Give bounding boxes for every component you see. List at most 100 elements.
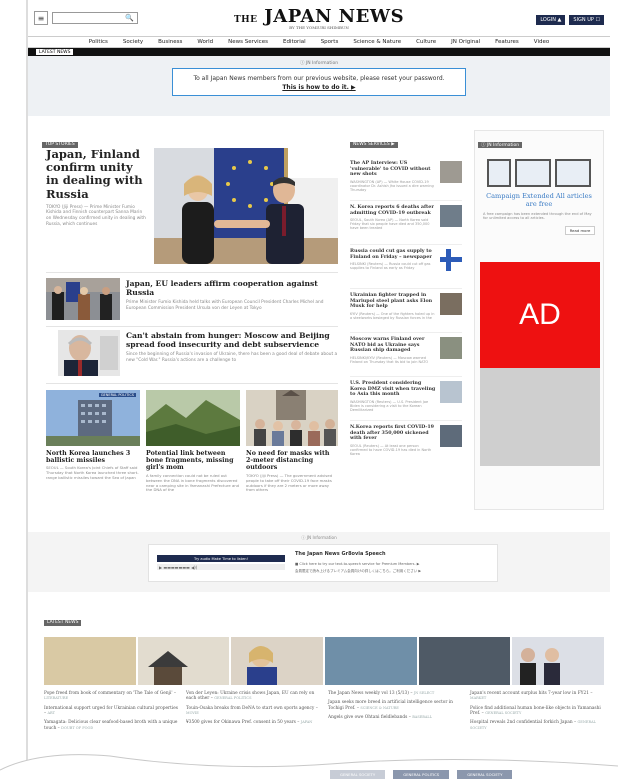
latest-news-item[interactable]: Touin-Osaka breaks from DeNA to start ow… (186, 706, 320, 717)
search-input[interactable]: 🔍 (52, 12, 138, 24)
campaign-desc: A free campaign has been extended throug… (483, 211, 592, 221)
tile-missiles-headline[interactable]: North Korea launches 3 ballistic missile… (46, 450, 140, 464)
latest-news-item[interactable]: ¥3500 gives for Okinawa Pref. consent in… (186, 720, 320, 725)
audio-promo-box[interactable]: Try audio Make Time to listen! ▶ ▬▬▬▬▬▬▬… (148, 544, 498, 582)
site-logo[interactable]: THE JAPAN NEWS BY THE YOMIURI SHIMBUN (234, 6, 404, 30)
news-service-thumb (440, 337, 462, 359)
tile-masks-headline[interactable]: No need for masks with 2-meter distancin… (246, 450, 338, 472)
main-story-image[interactable] (154, 148, 338, 264)
story-image-hunger[interactable] (58, 330, 120, 376)
story-hunger-headline[interactable]: Can't abstain from hunger: Moscow and Be… (126, 331, 338, 349)
play-icon[interactable]: ▶ ▬▬▬▬▬▬▬ ◀)) (157, 564, 285, 570)
latest-news-thumb[interactable] (325, 637, 417, 685)
nav-item-science[interactable]: Science & Nature (353, 39, 401, 45)
tile-missiles-lede: SEOUL — South Korea's Joint Chiefs of St… (46, 465, 139, 481)
nav-item-business[interactable]: Business (158, 39, 182, 45)
bottom-tab[interactable]: GENERAL SOCIETY (330, 770, 386, 779)
news-service-item[interactable]: Moscow warns Finland over NATO bid as Uk… (350, 333, 462, 377)
eu-leaders-photo (46, 278, 120, 320)
story-eu-lede: Prime Minister Fumio Kishida held talks … (126, 300, 324, 312)
bottom-tab[interactable]: GENERAL POLITICS (393, 770, 450, 779)
ad-placeholder[interactable]: AD (480, 262, 600, 368)
news-service-item[interactable]: N.Korea reports first COVID-19 death aft… (350, 421, 462, 465)
divider (46, 272, 338, 273)
news-service-item[interactable]: The AP Interview: US 'vulnerable' to COV… (350, 157, 462, 201)
tile-bone[interactable]: Potential link between bone fragments, m… (146, 450, 240, 493)
latest-news-thumb[interactable] (512, 637, 605, 685)
search-icon[interactable]: 🔍 (125, 14, 134, 22)
news-service-desc: WASHINGTON (Reuters) — U.S. President Jo… (350, 399, 429, 412)
read-more-button[interactable]: Read more (565, 226, 595, 236)
logo-main: JAPAN NEWS (264, 6, 405, 27)
audio-player-label: Try audio Make Time to listen! (157, 555, 285, 562)
news-service-desc: SEOUL, South Korea (AP) — North Korea sa… (350, 218, 430, 231)
reset-password-link[interactable]: This is how to do it. ▶ (282, 84, 355, 91)
section-tag-news-services[interactable]: NEWS SERVICES ▶ (350, 142, 398, 148)
tile-masks[interactable]: No need for masks with 2-meter distancin… (246, 450, 338, 493)
main-story[interactable]: Japan, Finland confirm unity in dealing … (46, 147, 146, 227)
news-service-item[interactable]: N. Korea reports 6 deaths after admittin… (350, 201, 462, 245)
latest-news-label[interactable]: LATEST NEWS (36, 49, 74, 55)
news-service-item[interactable]: Ukrainian fighter trapped in Mariupol st… (350, 289, 462, 333)
story-image-eu[interactable] (46, 278, 120, 320)
latest-news-item[interactable]: Hospital reveals 2nd confidential forkic… (470, 720, 604, 731)
news-service-desc: KYIV (Reuters) — One of the fighters hol… (350, 311, 435, 320)
tile-image-missiles[interactable]: GENERAL POLITICS (46, 390, 140, 446)
latest-news-thumb[interactable] (44, 637, 136, 685)
latest-news-item[interactable]: Pope freed from book of commentary on 'T… (44, 691, 178, 702)
news-service-item[interactable]: U.S. President considering Korea DMZ vis… (350, 377, 462, 421)
news-service-title[interactable]: The AP Interview: US 'vulnerable' to COV… (350, 160, 436, 178)
news-service-title[interactable]: U.S. President considering Korea DMZ vis… (350, 380, 436, 398)
story-eu-headline[interactable]: Japan, EU leaders affirm cooperation aga… (126, 279, 338, 297)
story-hunger[interactable]: Can't abstain from hunger: Moscow and Be… (126, 331, 338, 364)
audio-title[interactable]: The Japan News Gr8ovia Speech (295, 551, 386, 557)
signup-button[interactable]: SIGN UP ☐ (569, 15, 604, 25)
latest-news-item[interactable]: Japan seeks more breed in artificial int… (328, 700, 462, 711)
latest-news-item[interactable]: Angels give owe Ohtani fieldlebands – BA… (328, 715, 462, 720)
tile-image-masks[interactable] (246, 390, 338, 446)
latest-news-item[interactable]: International support urged for Ukrainia… (44, 706, 178, 717)
story-eu[interactable]: Japan, EU leaders affirm cooperation aga… (126, 279, 338, 312)
ad-placeholder-gray (480, 368, 600, 466)
latest-news-item[interactable]: Japan's recent account surplus hits 7-ye… (470, 691, 604, 702)
nav-item-society[interactable]: Society (123, 39, 143, 45)
info-box: To all Japan News members from our previ… (172, 68, 466, 96)
nav-item-features[interactable]: Features (495, 39, 519, 45)
latest-news-item[interactable]: Yamagata: Delicious clear seafood-based … (44, 720, 178, 731)
news-service-title[interactable]: Ukrainian fighter trapped in Mariupol st… (350, 292, 436, 310)
news-service-item[interactable]: Russia could cut gas supply to Finland o… (350, 245, 462, 289)
news-service-title[interactable]: N.Korea reports first COVID-19 death aft… (350, 424, 436, 442)
nav-item-news-services[interactable]: News Services (228, 39, 268, 45)
nav-item-sports[interactable]: Sports (321, 39, 339, 45)
news-service-thumb (440, 425, 462, 447)
nav-item-video[interactable]: Video (534, 39, 549, 45)
latest-news-thumb[interactable] (418, 637, 511, 685)
site-header: ≡ 🔍 THE JAPAN NEWS BY THE YOMIURI SHIMBU… (28, 0, 610, 36)
nav-item-world[interactable]: World (197, 39, 213, 45)
news-service-title[interactable]: N. Korea reports 6 deaths after admittin… (350, 204, 436, 216)
divider (46, 383, 338, 384)
latest-news-thumb[interactable] (231, 637, 324, 685)
latest-news-section: LATEST NEWS Pope freed from book of comm… (44, 608, 605, 731)
tile-bone-headline[interactable]: Potential link between bone fragments, m… (146, 450, 240, 472)
tile-missiles[interactable]: North Korea launches 3 ballistic missile… (46, 450, 140, 481)
latest-news-thumb[interactable] (137, 637, 230, 685)
tile-image-bone[interactable] (146, 390, 240, 446)
nav-item-politics[interactable]: Politics (89, 39, 108, 45)
latest-news-item[interactable]: Police find additional human bone-like o… (470, 706, 604, 717)
campaign-devices-image[interactable] (475, 159, 603, 187)
nav-item-culture[interactable]: Culture (416, 39, 436, 45)
latest-news-item[interactable]: The Japan News weekly vol 13 (5/13) – JN… (328, 691, 462, 696)
news-service-title[interactable]: Russia could cut gas supply to Finland o… (350, 248, 436, 260)
main-story-headline[interactable]: Japan, Finland confirm unity in dealing … (46, 147, 146, 201)
news-service-title[interactable]: Moscow warns Finland over NATO bid as Uk… (350, 336, 436, 354)
latest-news-column: Japan's recent account surplus hits 7-ye… (470, 691, 604, 731)
menu-icon[interactable]: ≡ (34, 11, 48, 25)
bottom-tab[interactable]: GENERAL SOCIETY (457, 770, 513, 779)
latest-news-item[interactable]: Von der Leyen: Ukraine crisis shows Japa… (186, 691, 320, 702)
login-button[interactable]: LOGIN ▲ (536, 15, 566, 25)
campaign-title[interactable]: Campaign Extended All articles are free (475, 192, 603, 209)
nav-item-jn-original[interactable]: JN Original (451, 39, 480, 45)
nav-item-editorial[interactable]: Editorial (283, 39, 306, 45)
audio-player[interactable]: Try audio Make Time to listen! ▶ ▬▬▬▬▬▬▬… (157, 555, 285, 575)
